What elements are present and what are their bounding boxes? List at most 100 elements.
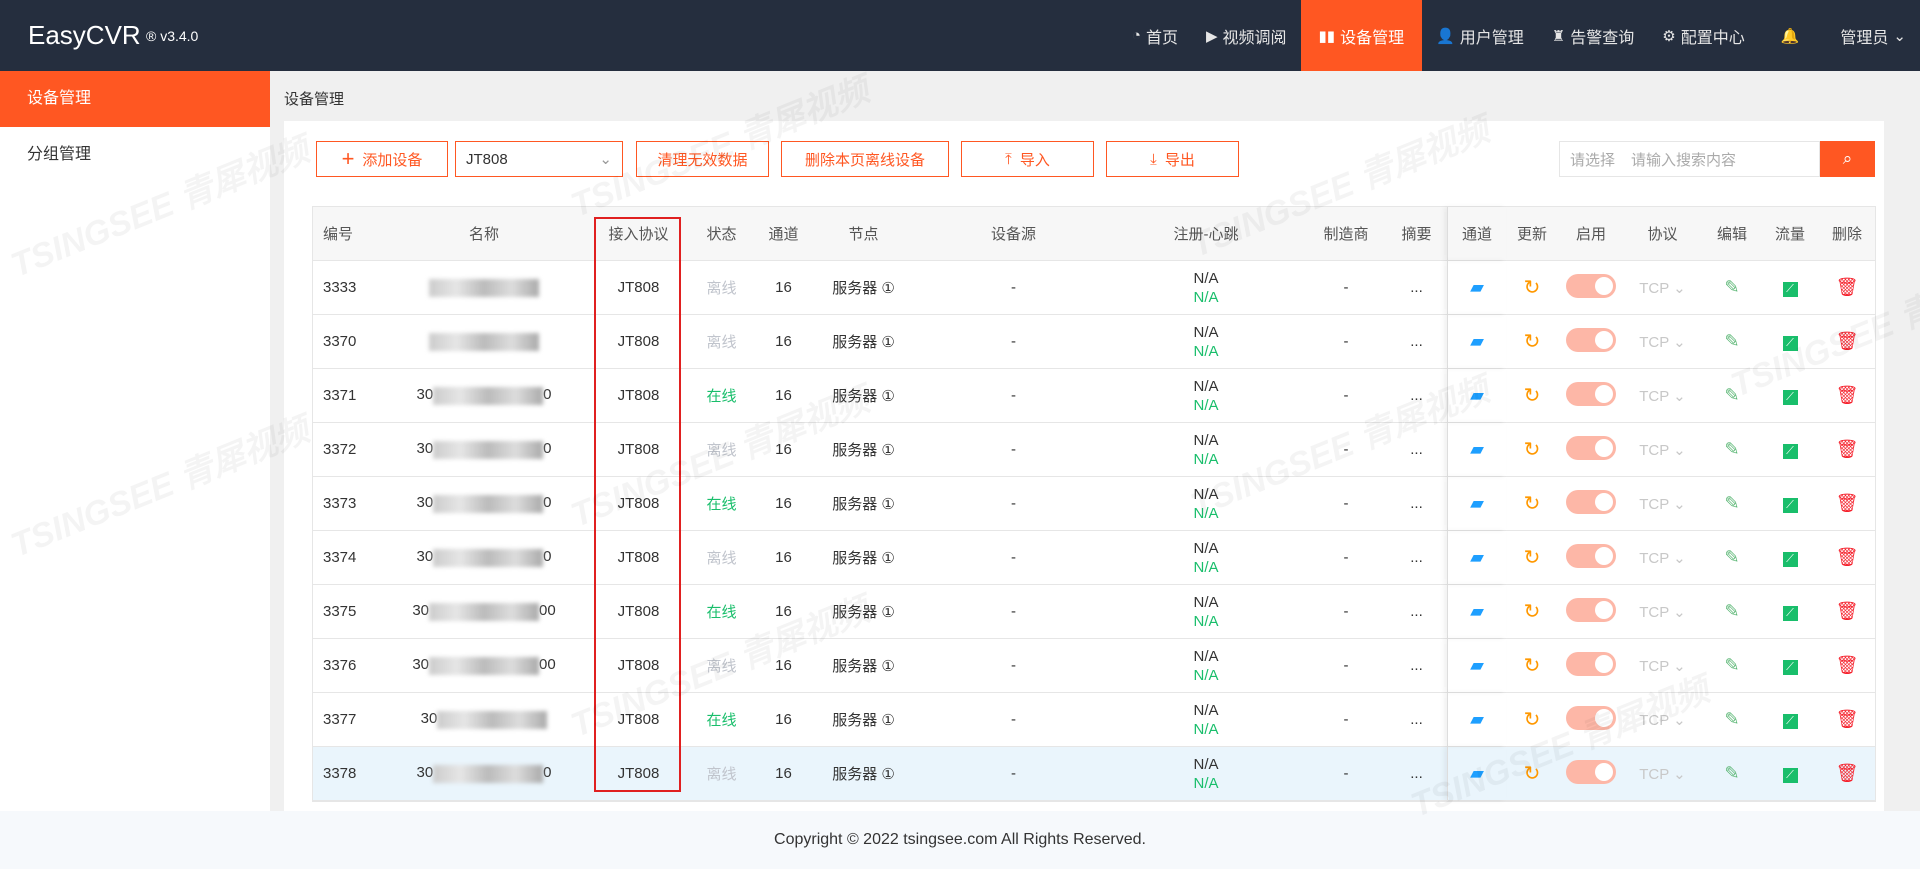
traffic-button[interactable]: ⟋ <box>1763 279 1817 297</box>
traffic-button[interactable]: ⟋ <box>1763 711 1817 729</box>
sidebar-item-group-management[interactable]: 分组管理 <box>0 127 270 183</box>
refresh-button[interactable]: ↻ <box>1506 437 1558 462</box>
toggle-switch[interactable] <box>1566 435 1616 460</box>
column-header[interactable]: 注册-心跳 <box>1106 223 1306 244</box>
protocol-select[interactable]: TCP ⌄ <box>1624 441 1701 459</box>
enable-toggle[interactable] <box>1558 597 1624 626</box>
delete-offline-devices-button[interactable]: 删除本页离线设备 <box>781 141 949 177</box>
traffic-button[interactable]: ⟋ <box>1763 333 1817 351</box>
protocol-select[interactable]: TCP ⌄ <box>1624 387 1701 405</box>
edit-button[interactable]: ✎ <box>1701 331 1763 352</box>
summary[interactable]: ... <box>1386 765 1447 782</box>
nav-item-1[interactable]: ▶ 视频调阅 <box>1192 0 1301 71</box>
table-row[interactable]: 3373 30 0 JT808 在线 16 服务器 ① - N/A N/A - ..… <box>313 477 1875 531</box>
edit-button[interactable]: ✎ <box>1701 709 1763 730</box>
node[interactable]: 服务器 ① <box>806 277 921 298</box>
summary[interactable]: ... <box>1386 711 1447 728</box>
table-row[interactable]: 3377 30 JT808 在线 16 服务器 ① - N/A N/A - ...… <box>313 693 1875 747</box>
nav-item-2[interactable]: ▮▮ 设备管理 <box>1300 0 1423 71</box>
toggle-switch[interactable] <box>1566 273 1616 298</box>
column-header[interactable]: 通道 <box>761 223 806 244</box>
refresh-button[interactable]: ↻ <box>1506 707 1558 732</box>
protocol-select[interactable]: JT808 ⌄ <box>455 141 623 177</box>
export-button[interactable]: ⤓ 导出 <box>1106 141 1239 177</box>
channels-button[interactable]: ▰ <box>1447 315 1506 368</box>
clean-invalid-data-button[interactable]: 清理无效数据 <box>636 141 769 177</box>
refresh-button[interactable]: ↻ <box>1506 491 1558 516</box>
column-header[interactable]: 设备源 <box>921 223 1106 244</box>
toggle-switch[interactable] <box>1566 597 1616 622</box>
protocol-select[interactable]: TCP ⌄ <box>1624 333 1701 351</box>
refresh-button[interactable]: ↻ <box>1506 761 1558 786</box>
nav-item-5[interactable]: ⚙ 配置中心 <box>1648 0 1758 71</box>
channels-button[interactable]: ▰ <box>1447 477 1506 530</box>
edit-button[interactable]: ✎ <box>1701 601 1763 622</box>
table-row[interactable]: 3371 30 0 JT808 在线 16 服务器 ① - N/A N/A - ..… <box>313 369 1875 423</box>
refresh-button[interactable]: ↻ <box>1506 599 1558 624</box>
toggle-switch[interactable] <box>1566 651 1616 676</box>
edit-button[interactable]: ✎ <box>1701 547 1763 568</box>
nav-item-4[interactable]: ♜ 告警查询 <box>1538 0 1648 71</box>
toggle-switch[interactable] <box>1566 381 1616 406</box>
traffic-button[interactable]: ⟋ <box>1763 387 1817 405</box>
nav-item-6[interactable]: 🔔 <box>1759 0 1827 71</box>
protocol-select[interactable]: TCP ⌄ <box>1624 657 1701 675</box>
delete-button[interactable]: 🗑 <box>1817 547 1877 568</box>
enable-toggle[interactable] <box>1558 651 1624 680</box>
enable-toggle[interactable] <box>1558 759 1624 788</box>
enable-toggle[interactable] <box>1558 381 1624 410</box>
summary[interactable]: ... <box>1386 441 1447 458</box>
edit-button[interactable]: ✎ <box>1701 493 1763 514</box>
edit-button[interactable]: ✎ <box>1701 655 1763 676</box>
toggle-switch[interactable] <box>1566 759 1616 784</box>
node[interactable]: 服务器 ① <box>806 763 921 784</box>
protocol-select[interactable]: TCP ⌄ <box>1624 495 1701 513</box>
enable-toggle[interactable] <box>1558 489 1624 518</box>
protocol-select[interactable]: TCP ⌄ <box>1624 549 1701 567</box>
toggle-switch[interactable] <box>1566 327 1616 352</box>
edit-button[interactable]: ✎ <box>1701 385 1763 406</box>
traffic-button[interactable]: ⟋ <box>1763 765 1817 783</box>
delete-button[interactable]: 🗑 <box>1817 439 1877 460</box>
enable-toggle[interactable] <box>1558 435 1624 464</box>
traffic-button[interactable]: ⟋ <box>1763 495 1817 513</box>
channels-button[interactable]: ▰ <box>1447 693 1506 746</box>
protocol-select[interactable]: TCP ⌄ <box>1624 711 1701 729</box>
import-button[interactable]: ⤒ 导入 <box>961 141 1094 177</box>
traffic-button[interactable]: ⟋ <box>1763 657 1817 675</box>
delete-button[interactable]: 🗑 <box>1817 655 1877 676</box>
summary[interactable]: ... <box>1386 279 1447 296</box>
node[interactable]: 服务器 ① <box>806 439 921 460</box>
column-header[interactable]: 编号 <box>313 223 373 244</box>
column-header[interactable]: 制造商 <box>1306 223 1386 244</box>
table-row[interactable]: 3372 30 0 JT808 离线 16 服务器 ① - N/A N/A - ..… <box>313 423 1875 477</box>
edit-button[interactable]: ✎ <box>1701 763 1763 784</box>
node[interactable]: 服务器 ① <box>806 547 921 568</box>
toggle-switch[interactable] <box>1566 705 1616 730</box>
summary[interactable]: ... <box>1386 549 1447 566</box>
refresh-button[interactable]: ↻ <box>1506 329 1558 354</box>
table-row[interactable]: 3370 JT808 离线 16 服务器 ① - N/A N/A - ... ▰ … <box>313 315 1875 369</box>
node[interactable]: 服务器 ① <box>806 655 921 676</box>
delete-button[interactable]: 🗑 <box>1817 331 1877 352</box>
summary[interactable]: ... <box>1386 657 1447 674</box>
table-row[interactable]: 3378 30 0 JT808 离线 16 服务器 ① - N/A N/A - ..… <box>313 747 1875 801</box>
channels-button[interactable]: ▰ <box>1447 423 1506 476</box>
protocol-select[interactable]: TCP ⌄ <box>1624 603 1701 621</box>
summary[interactable]: ... <box>1386 333 1447 350</box>
summary[interactable]: ... <box>1386 603 1447 620</box>
node[interactable]: 服务器 ① <box>806 331 921 352</box>
channels-button[interactable]: ▰ <box>1447 585 1506 638</box>
protocol-select[interactable]: TCP ⌄ <box>1624 279 1701 297</box>
channels-button[interactable]: ▰ <box>1447 531 1506 584</box>
nav-item-7[interactable]: 管理员 ⌄ <box>1826 0 1920 71</box>
column-header[interactable]: 名称 <box>373 223 595 244</box>
delete-button[interactable]: 🗑 <box>1817 277 1877 298</box>
edit-button[interactable]: ✎ <box>1701 439 1763 460</box>
node[interactable]: 服务器 ① <box>806 709 921 730</box>
column-header[interactable]: 摘要 <box>1386 223 1447 244</box>
delete-button[interactable]: 🗑 <box>1817 763 1877 784</box>
refresh-button[interactable]: ↻ <box>1506 383 1558 408</box>
add-device-button[interactable]: + 添加设备 <box>316 141 448 177</box>
nav-item-0[interactable]: ◔ 首页 <box>1118 0 1192 71</box>
